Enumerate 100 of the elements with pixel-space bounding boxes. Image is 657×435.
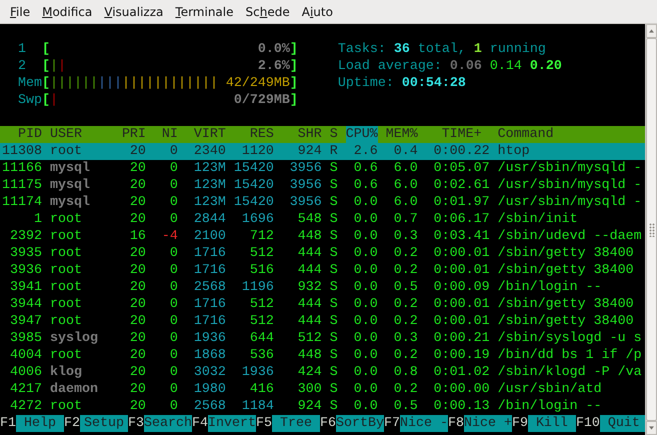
process-row[interactable]: 4006 klog 20 0 3032 1936 424 S 0.0 0.8 0:01.02 /sbin/klogd -P /va [2,364,645,381]
priority-cell-text: 20 [128,279,146,296]
shr-cell-text: 512 [296,330,322,347]
shr-cell-text: 924 [296,398,322,415]
menu-item[interactable]: Aiuto [296,0,339,21]
meter-fill-text: |||||||||||| [122,75,218,92]
process-row[interactable]: 4004 root 20 0 1868 536 448 S 0.0 0.2 0:00.19 /bin/dd bs 1 if /p [2,347,645,364]
priority-cell-text: 20 [128,296,146,313]
shr-cell-text: 444 [296,296,322,313]
bracket: ] [290,92,298,109]
summary-text: Tasks: 36 total, 1 running [338,41,546,58]
state-cell: S [330,330,338,347]
mem-cell-text: 0.5 [392,398,418,415]
priority-cell-text: 20 [128,194,146,211]
res-cell-text: 1120 [240,143,274,160]
virt-cell-text: 1716 [192,296,226,313]
menu-item[interactable]: File [4,0,36,21]
process-row[interactable]: 4217 daemon 20 0 1980 416 300 S 0.0 0.2 0:00.00 /usr/sbin/atd [2,381,645,398]
command-cell: /sbin/getty 38400 [498,313,634,330]
column-header[interactable]: PID [2,126,42,143]
nice-cell-text: 0 [168,313,178,330]
shr-cell-text: 3956 [288,194,322,211]
process-row[interactable]: 11175 mysql 20 0 123M 15420 3956 S 0.6 6.0 0:02.61 /usr/sbin/mysqld - [2,177,645,194]
virt-cell-text: 123M [192,194,226,211]
menu-item[interactable]: Modifica [36,0,98,21]
column-header[interactable]: Command [498,126,554,143]
mem-cell-text: 0.2 [392,313,418,330]
shr-cell-text: 924 [296,143,322,160]
command-cell: /bin/dd bs 1 if /p [498,347,642,364]
meter-fill-text: ||| [98,75,122,92]
res-cell-text: 516 [248,262,274,279]
process-row[interactable]: 3944 root 20 0 1716 512 444 S 0.0 0.2 0:00.01 /sbin/getty 38400 [2,296,645,313]
nice-cell-text: 0 [168,177,178,194]
menu-item[interactable]: Visualizza [98,0,170,21]
column-header[interactable]: S [330,126,338,143]
res-cell-text: 512 [248,245,274,262]
nice-cell-text: 0 [168,347,178,364]
nice-cell-text: 0 [168,381,178,398]
pid-cell-text: 3944 [8,296,42,313]
command-cell: /sbin/klogd -P /va [498,364,642,381]
nice-cell-text: 0 [168,279,178,296]
res-cell-text: 536 [248,347,274,364]
state-cell: S [330,194,338,211]
process-row[interactable]: 1 root 20 0 2844 1696 548 S 0.0 0.7 0:06.17 /sbin/init [2,211,645,228]
cpu-cell-text: 0.0 [352,364,378,381]
process-row[interactable]: 11174 mysql 20 0 123M 15420 3956 S 0.0 6.0 0:01.97 /usr/sbin/mysqld - [2,194,645,211]
menu-item[interactable]: Terminale [169,0,240,21]
virt-cell-text: 123M [192,177,226,194]
nice-cell-text: 0 [168,194,178,211]
cpu-cell-text: 0.0 [352,296,378,313]
virt-cell-text: 2844 [192,211,226,228]
process-row[interactable]: 3941 root 20 0 2568 1196 932 S 0.0 0.5 0:00.09 /bin/login -- [2,279,645,296]
mem-cell-text: 0.2 [392,245,418,262]
user-cell-text: syslog [50,330,99,347]
meter-fill-text: | [50,58,58,75]
state-cell: S [330,296,338,313]
process-row[interactable]: 11308 root 20 0 2340 1120 924 R 2.6 0.4 0:00.22 htop [0,143,645,160]
process-row[interactable]: 3985 syslog 20 0 1936 644 512 S 0.0 0.3 0:00.21 /sbin/syslogd -u s [2,330,645,347]
priority-cell-text: 20 [128,177,146,194]
time-cell-text: 0:06.17 [432,211,490,228]
meter-label: 2 [18,58,27,75]
res-cell: 15420 [234,177,274,194]
process-row[interactable]: 4272 root 20 0 2568 1184 924 S 0.0 0.5 0:00.13 /bin/login -- [2,398,645,415]
user-cell-text: root [50,313,83,330]
process-row[interactable]: 3935 root 20 0 1716 512 444 S 0.0 0.2 0:00.01 /sbin/getty 38400 [2,245,645,262]
nice-cell-text: 0 [168,160,178,177]
user-cell-text: root [50,228,83,245]
priority-cell-text: 20 [128,245,146,262]
column-header[interactable]: USER [50,126,114,143]
column-header[interactable]: TIME+ [426,126,490,143]
state-cell: S [330,228,338,245]
bracket: [ [42,58,50,75]
process-row[interactable]: 3936 root 20 0 1716 516 444 S 0.0 0.2 0:00.01 /sbin/getty 38400 [2,262,645,279]
column-header[interactable]: NI [154,126,178,143]
res-cell-text: 1184 [240,398,274,415]
column-header[interactable]: SHR [282,126,322,143]
process-row[interactable]: 2392 root 16 -4 2100 712 448 S 0.0 0.3 0:03.41 /sbin/udevd --daem [2,228,645,245]
column-header[interactable]: PRI [122,126,146,143]
column-header[interactable]: VIRT [186,126,226,143]
process-row[interactable]: 11166 mysql 20 0 123M 15420 3956 S 0.6 6.0 0:05.07 /usr/sbin/mysqld - [2,160,645,177]
cpu-cell-text: 0.0 [352,381,378,398]
mem-cell-text: 0.5 [392,279,418,296]
time-cell-text: 0:05.07 [432,160,490,177]
pid-cell: 11174 [2,194,42,211]
meter-fill-text: | [58,58,66,75]
time-cell-text: 0:01.02 [432,364,490,381]
res-cell: 15420 [234,160,274,177]
column-header[interactable]: MEM% [386,126,418,143]
res-cell-text: 712 [248,228,274,245]
virt-cell-text: 1716 [192,245,226,262]
time-cell-text: 0:02.61 [432,177,490,194]
cpu-cell-text: 0.0 [352,211,378,228]
menu-item[interactable]: Schede [240,0,296,21]
process-row[interactable]: 3947 root 20 0 1716 512 444 S 0.0 0.2 0:00.01 /sbin/getty 38400 [2,313,645,330]
command-cell: /sbin/syslogd -u s [498,330,642,347]
user-cell-text: mysql [50,160,91,177]
state-cell: S [330,364,338,381]
column-header[interactable]: CPU% [346,126,378,143]
nice-cell-text: 0 [168,398,178,415]
column-header[interactable]: RES [234,126,274,143]
